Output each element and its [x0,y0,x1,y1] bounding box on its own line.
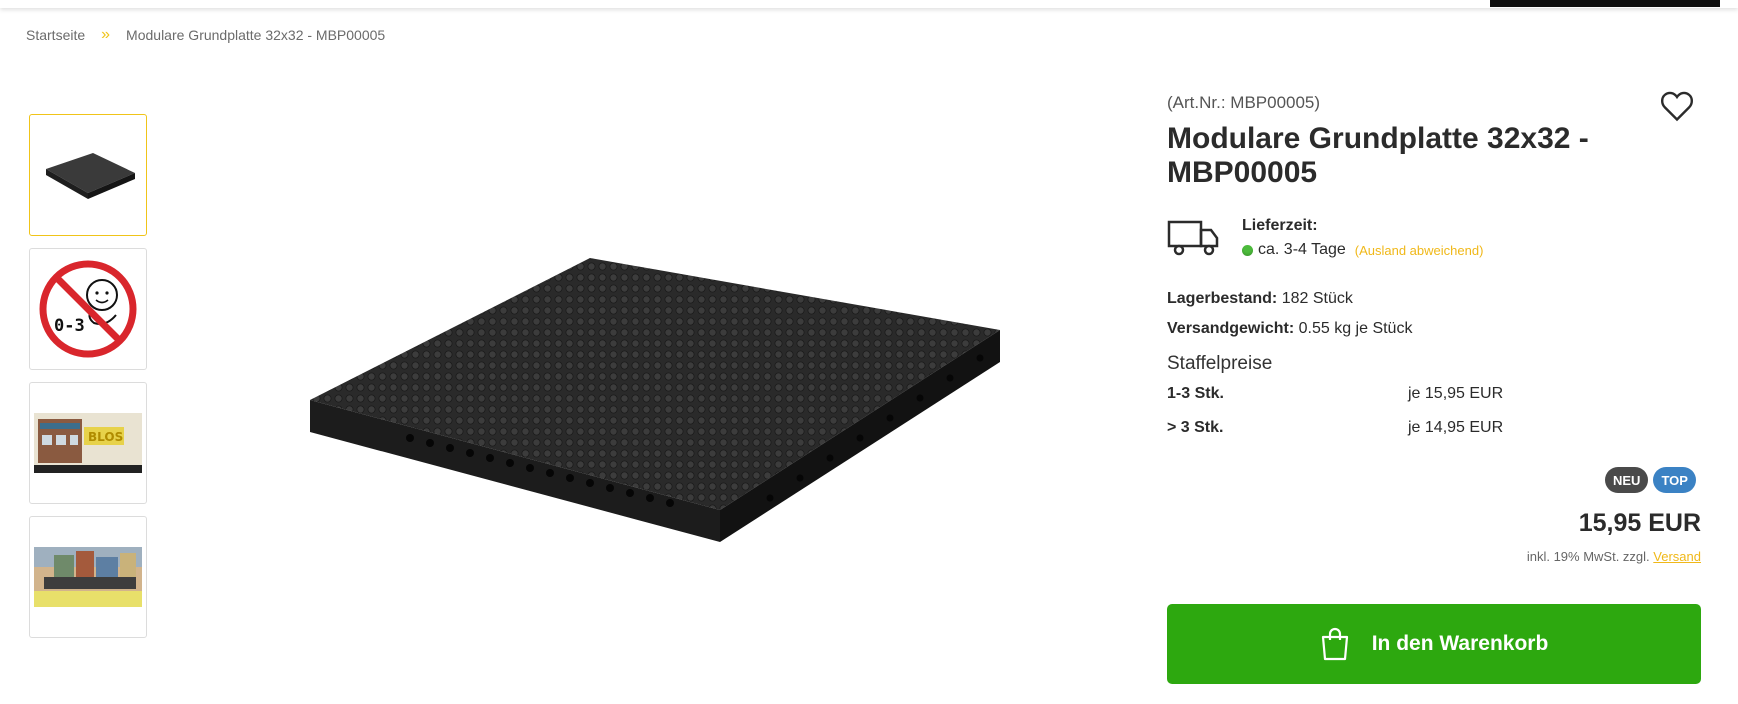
add-to-cart-label: In den Warenkorb [1371,632,1549,655]
delivery-time-row: ca. 3-4 Tage (Ausland abweichend) [1242,241,1483,259]
baseplate-thumbnail-icon [46,153,135,199]
baseplate-product-image [310,258,1000,542]
thumbnail-shop-building[interactable]: BLOS [29,382,147,504]
tax-info: inkl. 19% MwSt. zzgl. Versand [1527,549,1701,564]
breadcrumb-home-link[interactable]: Startseite [26,27,85,43]
product-badges: NEU TOP [1605,467,1696,493]
delivery-info: Lieferzeit: ca. 3-4 Tage (Ausland abweic… [1167,214,1701,264]
tax-text: inkl. 19% MwSt. zzgl. [1526,549,1650,564]
availability-status-dot-icon [1242,244,1253,256]
weight-label: Versandgewicht: [1167,320,1295,337]
delivery-truck-icon [1167,220,1219,256]
tier-prices-title: Staffelpreise [1167,353,1273,374]
delivery-time: ca. 3-4 Tage [1258,241,1346,258]
delivery-abroad-note: (Ausland abweichend) [1354,242,1484,258]
shipping-weight-info: Versandgewicht: 0.55 kg je Stück [1167,320,1412,338]
tier-price: je 14,95 EUR [1408,419,1504,436]
stock-label: Lagerbestand: [1167,290,1278,307]
product-price: 15,95 EUR [1578,509,1701,537]
thumbnail-gallery: 0-3 BLOS [29,114,147,650]
shop-building-thumbnail-icon: BLOS [34,413,142,473]
tier-qty: > 3 Stk. [1167,419,1224,436]
city-layout-thumbnail-icon [34,547,142,607]
tier-qty: 1-3 Stk. [1167,385,1224,402]
product-info-panel: (Art.Nr.: MBP00005) Modulare Grundplatte… [1167,0,1701,704]
delivery-label: Lieferzeit: [1242,217,1318,234]
tier-price: je 15,95 EUR [1408,385,1504,402]
thumbnail-age-warning[interactable]: 0-3 [29,248,147,370]
badge-new: NEU [1605,467,1649,493]
product-main-image[interactable] [300,250,1010,550]
product-title: Modulare Grundplatte 32x32 - MBP00005 [1167,122,1589,189]
thumbnail-city-layout[interactable] [29,516,147,638]
stock-value: 182 Stück [1281,290,1353,307]
weight-value: 0.55 kg je Stück [1298,320,1413,337]
svg-text:0-3: 0-3 [54,316,85,336]
stock-info: Lagerbestand: 182 Stück [1167,290,1353,308]
wishlist-heart-icon[interactable] [1658,88,1696,124]
article-number: (Art.Nr.: MBP00005) [1167,93,1321,112]
svg-text:BLOS: BLOS [88,430,123,444]
shopping-bag-icon [1321,627,1348,661]
thumbnail-baseplate[interactable] [29,114,147,236]
shipping-link[interactable]: Versand [1653,549,1701,564]
breadcrumb: Startseite » Modulare Grundplatte 32x32 … [26,26,385,44]
add-to-cart-button[interactable]: In den Warenkorb [1167,604,1701,684]
breadcrumb-current: Modulare Grundplatte 32x32 - MBP00005 [126,27,386,43]
breadcrumb-separator-icon: » [101,26,111,43]
badge-top: TOP [1653,467,1696,493]
age-warning-0-3-icon: 0-3 [39,260,137,358]
